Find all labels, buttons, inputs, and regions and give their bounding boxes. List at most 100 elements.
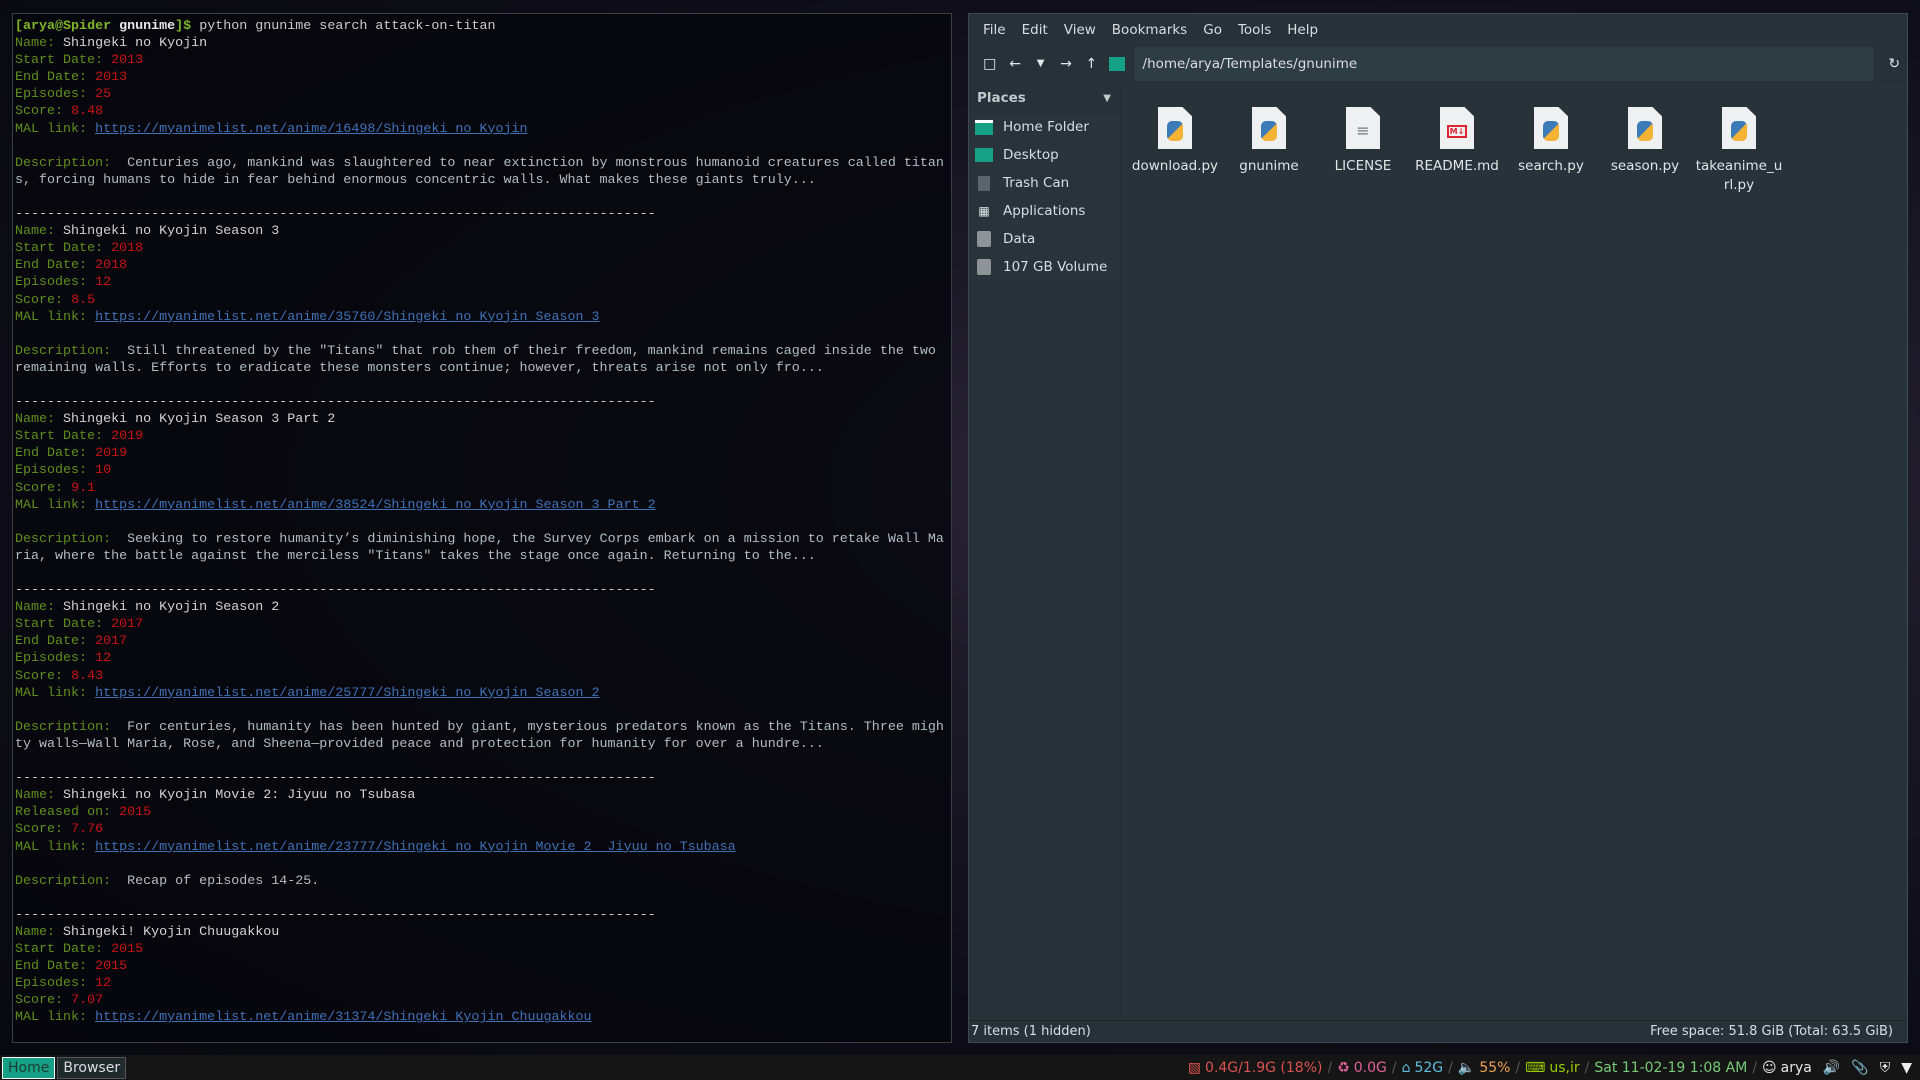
markdown-file-icon: M↓ [1440, 107, 1474, 149]
file-name: season.py [1610, 158, 1680, 174]
field-label: Episodes: [15, 463, 96, 479]
mal-link[interactable]: https://myanimelist.net/anime/31374/Shin… [95, 1010, 591, 1025]
link-line: MAL link: https://myanimelist.net/anime/… [15, 497, 944, 514]
home-folder-icon [975, 119, 993, 135]
field-label: End Date: [15, 446, 96, 462]
task-home[interactable]: Home [2, 1056, 56, 1079]
sidebar-item-applications[interactable]: ▦ Applications [969, 197, 1121, 225]
anime-name: Shingeki no Kyojin Season 3 [63, 224, 280, 240]
file-view[interactable]: download.py gnunime ≡ LICENSE M↓ README.md sea… [1121, 83, 1907, 1020]
field-line: Score: 9.1 [15, 480, 944, 497]
tray-text: 0.4G/1.9G (18%) [1205, 1059, 1323, 1076]
file-manager-window: File Edit View Bookmarks Go Tools Help □ ← ▼ →… [968, 13, 1908, 1043]
link-label: MAL link: [15, 1010, 96, 1026]
mal-link[interactable]: https://myanimelist.net/anime/16498/Shin… [95, 122, 527, 137]
tray-item[interactable]: ♻ 0.0G [1337, 1060, 1387, 1076]
name-line: Name: Shingeki no Kyojin Season 3 Part 2 [15, 411, 944, 428]
anime-name: Shingeki no Kyojin [63, 36, 208, 52]
prompt-user-host: [arya@Spider [15, 19, 112, 34]
field-value: 7.07 [71, 993, 104, 1009]
sidebar-item-home-folder[interactable]: Home Folder [969, 113, 1121, 141]
field-value: 12 [95, 976, 112, 992]
field-label: End Date: [15, 959, 96, 975]
menu-help[interactable]: Help [1279, 22, 1326, 38]
separator-line: ----------------------------------------… [15, 583, 656, 599]
file-item[interactable]: search.py [1506, 107, 1596, 176]
field-label: Score: [15, 822, 72, 838]
field-label: Released on: [15, 805, 120, 821]
description-label: Description: [15, 719, 128, 735]
field-line: Episodes: 12 [15, 975, 944, 992]
separator-line: ----------------------------------------… [15, 907, 656, 923]
menu-edit[interactable]: Edit [1014, 22, 1056, 38]
field-line: End Date: 2017 [15, 633, 944, 650]
field-value: 10 [95, 463, 112, 479]
forward-icon[interactable]: → [1053, 49, 1078, 79]
link-line: MAL link: https://myanimelist.net/anime/… [15, 121, 944, 138]
menu-bookmarks[interactable]: Bookmarks [1104, 22, 1195, 38]
file-item[interactable]: gnunime [1224, 107, 1314, 176]
sidebar-item-trash-can[interactable]: Trash Can [969, 169, 1121, 197]
tray-item[interactable]: ☺ arya [1762, 1060, 1812, 1076]
separator-line: ----------------------------------------… [15, 395, 656, 411]
shield-icon[interactable]: ⛨ [1880, 1060, 1891, 1076]
sidebar-item-desktop[interactable]: Desktop [969, 141, 1121, 169]
file-item[interactable]: takeanime_url.py [1694, 107, 1784, 195]
field-line: Released on: 2015 [15, 804, 944, 821]
file-item[interactable]: ≡ LICENSE [1318, 107, 1408, 176]
sidebar-item-107-gb-volume[interactable]: 107 GB Volume [969, 253, 1121, 281]
sidebar-item-label: 107 GB Volume [1003, 259, 1108, 275]
tray-item[interactable]: 🔈 55% [1458, 1060, 1511, 1076]
wifi-icon[interactable]: ▼ [1901, 1060, 1912, 1076]
tray-item[interactable]: ▧ 0.4G/1.9G (18%) [1188, 1060, 1323, 1076]
field-value: 2013 [95, 70, 128, 86]
field-value: 2015 [111, 942, 144, 958]
places-header[interactable]: Places ▼ [969, 83, 1121, 113]
item-count: 7 items (1 hidden) [971, 1024, 1091, 1039]
back-icon[interactable]: ← [1002, 49, 1027, 79]
home-folder-icon[interactable] [1104, 49, 1129, 79]
field-value: 25 [95, 87, 112, 103]
history-dropdown-icon[interactable]: ▼ [1028, 49, 1053, 79]
mal-link[interactable]: https://myanimelist.net/anime/23777/Shin… [95, 840, 736, 855]
menu-file[interactable]: File [975, 22, 1014, 38]
description-text: Still threatened by the "Titans" that ro… [15, 343, 944, 376]
mal-link[interactable]: https://myanimelist.net/anime/35760/Shin… [95, 310, 599, 325]
terminal-window[interactable]: [arya@Spider gnunime]$ python gnunime se… [12, 13, 952, 1043]
menu-view[interactable]: View [1056, 22, 1104, 38]
mal-link[interactable]: https://myanimelist.net/anime/38524/Shin… [95, 498, 656, 513]
menu-go[interactable]: Go [1195, 22, 1230, 38]
task-browser[interactable]: Browser [57, 1056, 127, 1079]
tray-separator: / [1391, 1059, 1397, 1076]
field-label: Episodes: [15, 275, 96, 291]
desktop-icon [975, 147, 993, 163]
name-label: Name: [15, 224, 64, 240]
file-item[interactable]: M↓ README.md [1412, 107, 1502, 176]
up-icon[interactable]: ↑ [1079, 49, 1104, 79]
reload-icon[interactable]: ↻ [1882, 49, 1907, 79]
tray-item[interactable]: ⌂ 52G [1402, 1060, 1444, 1076]
menu-tools[interactable]: Tools [1230, 22, 1279, 38]
file-item[interactable]: download.py [1130, 107, 1220, 176]
tray-item[interactable]: Sat 11-02-19 1:08 AM [1594, 1060, 1747, 1076]
description-label: Description: [15, 531, 128, 547]
tray-item[interactable]: ⌨ us,ir [1525, 1060, 1579, 1076]
memory-icon: ▧ [1187, 1059, 1202, 1076]
field-label: Start Date: [15, 617, 112, 633]
path-bar[interactable]: /home/arya/Templates/gnunime [1133, 46, 1874, 81]
taskbar: Home Browser ▧ 0.4G/1.9G (18%) / ♻ 0.0G / ⌂ 52G /… [0, 1055, 1920, 1080]
computer-icon[interactable]: □ [977, 49, 1002, 79]
field-line: Start Date: 2017 [15, 616, 944, 633]
sidebar-item-data[interactable]: Data [969, 225, 1121, 253]
field-line: Score: 8.48 [15, 103, 944, 120]
field-line: Score: 8.43 [15, 668, 944, 685]
file-item[interactable]: season.py [1600, 107, 1690, 176]
paperclip-icon[interactable]: 📎 [1851, 1060, 1868, 1076]
field-line: End Date: 2018 [15, 257, 944, 274]
collapse-icon[interactable]: ▼ [1103, 93, 1111, 104]
mal-link[interactable]: https://myanimelist.net/anime/25777/Shin… [95, 686, 599, 701]
volume-icon[interactable]: 🔊 [1823, 1060, 1840, 1076]
